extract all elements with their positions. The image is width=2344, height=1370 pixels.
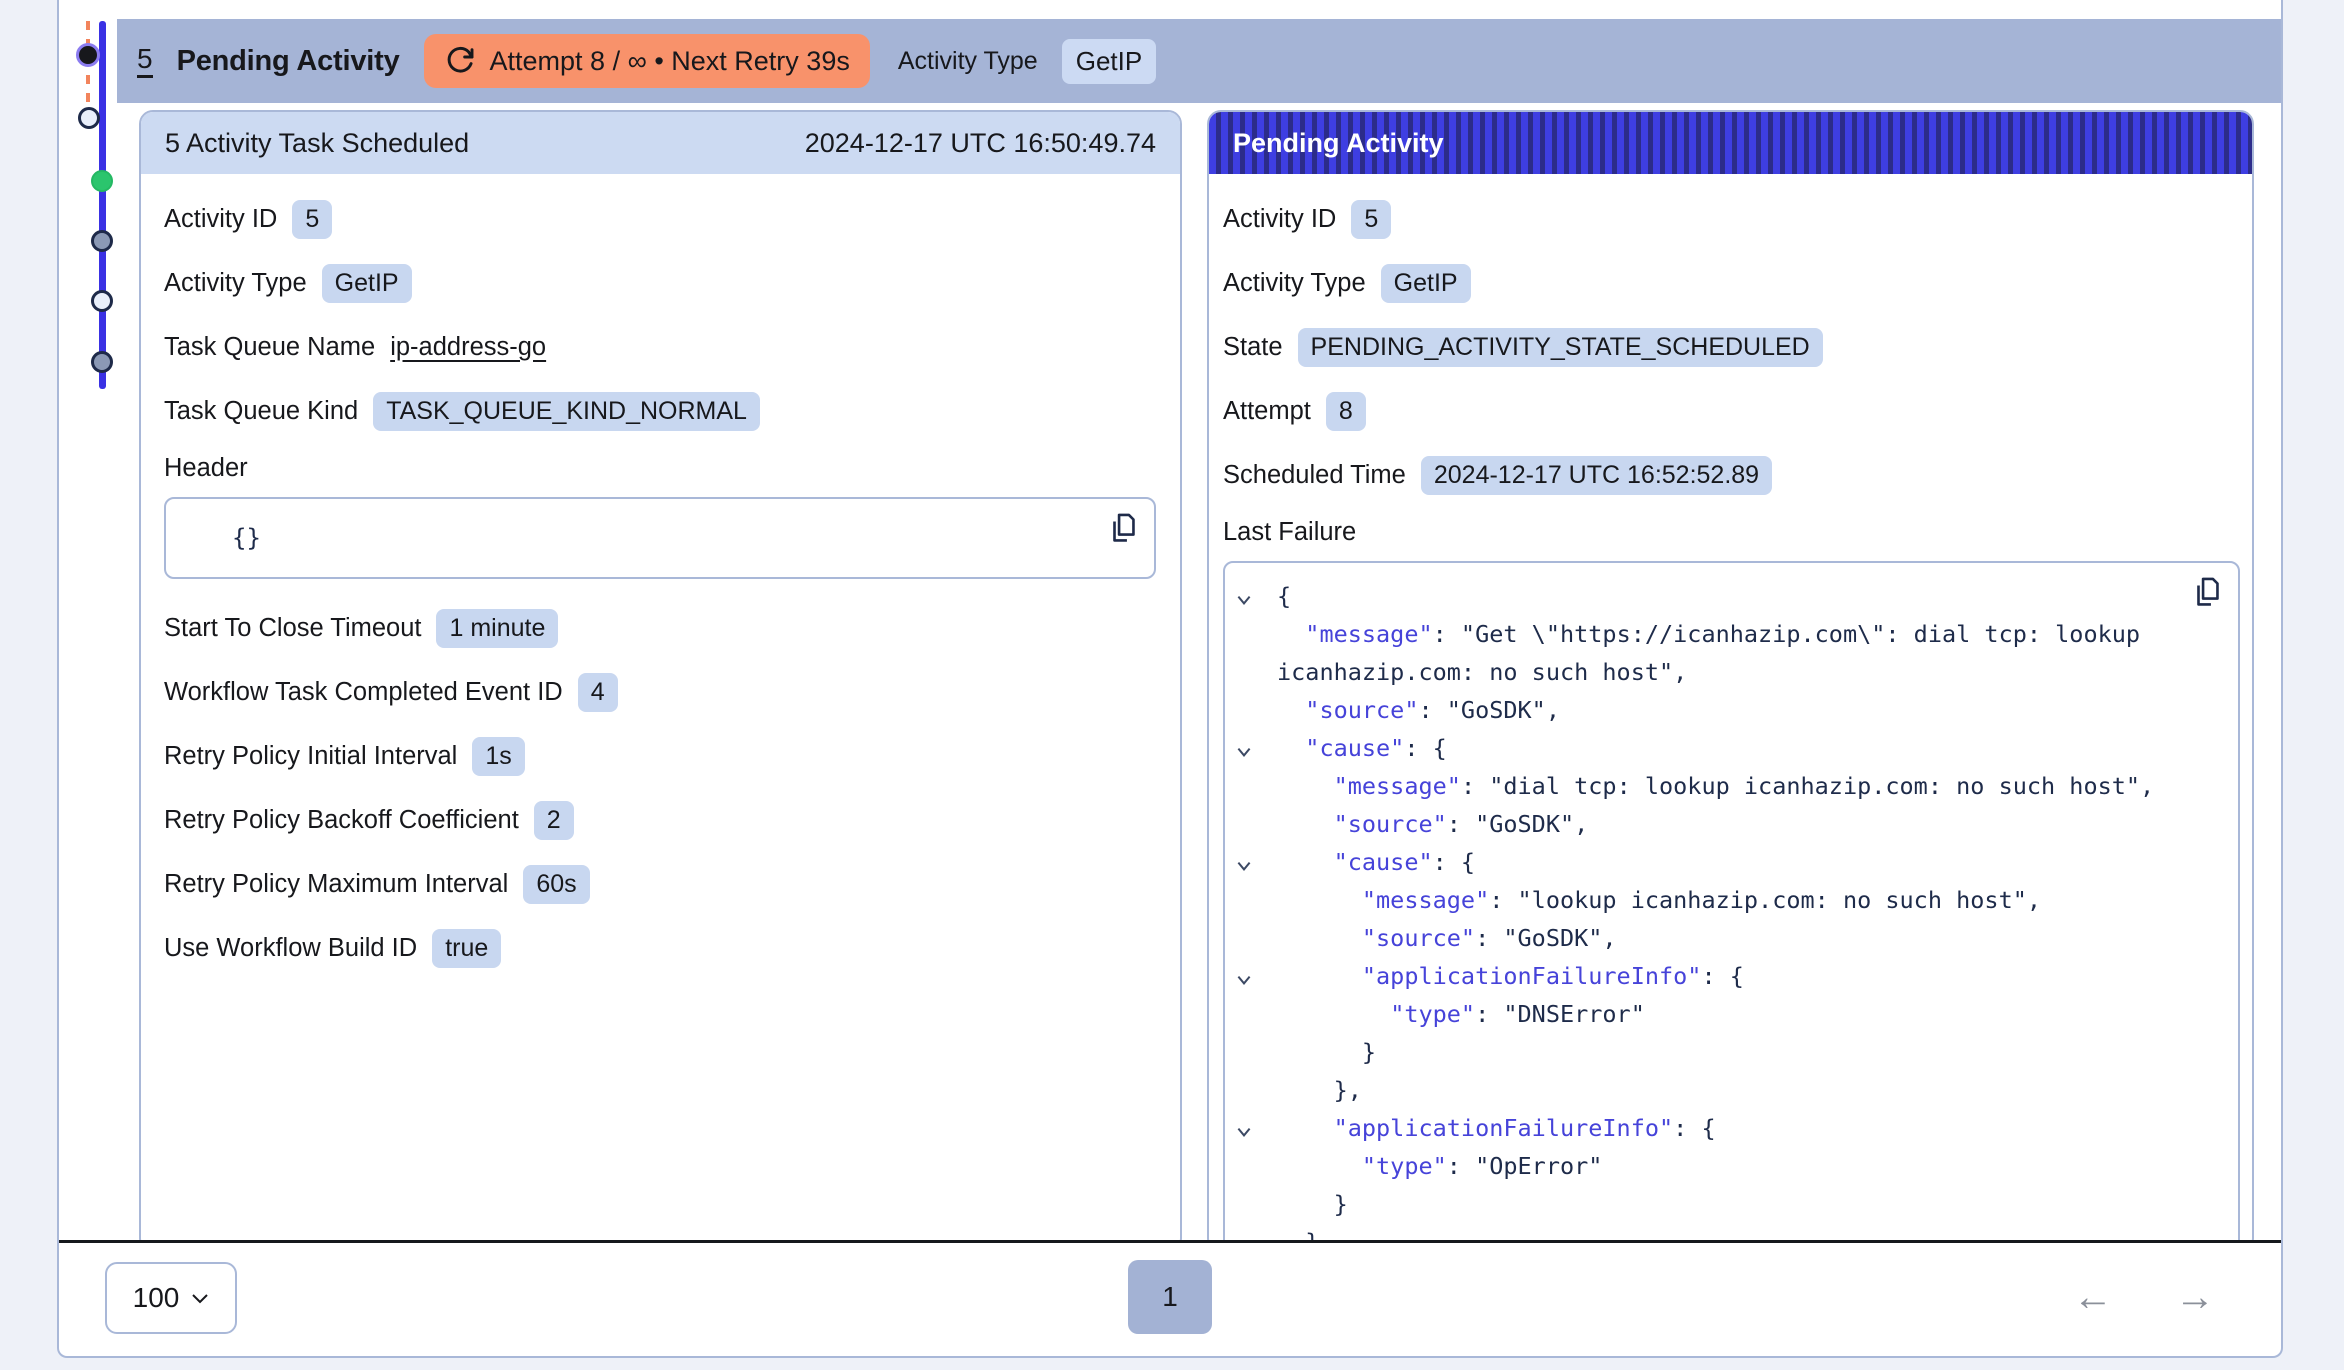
field-label: State <box>1223 333 1283 362</box>
field-value: 1 minute <box>436 609 558 648</box>
collapse-chevron-icon[interactable] <box>1235 740 1253 758</box>
pending-activity-card: Pending Activity Activity ID 5 Activity … <box>1207 110 2254 1240</box>
field-value: 5 <box>1351 200 1391 239</box>
header-payload-code: {} <box>166 524 261 552</box>
field-row: Activity ID 5 <box>164 198 1156 240</box>
field-label: Activity Type <box>1223 269 1366 298</box>
left-card-header: 5 Activity Task Scheduled 2024-12-17 UTC… <box>141 112 1180 174</box>
collapse-chevron-icon[interactable] <box>1235 968 1253 986</box>
field-row: Attempt 8 <box>1223 390 2240 432</box>
page-number-button[interactable]: 1 <box>1128 1260 1212 1334</box>
event-detail-content: 5 Pending Activity Attempt 8 / ∞ • Next … <box>59 0 2281 1240</box>
event-row-header[interactable]: 5 Pending Activity Attempt 8 / ∞ • Next … <box>117 19 2281 103</box>
field-label: Retry Policy Initial Interval <box>164 742 457 771</box>
copy-button[interactable] <box>1106 511 1140 547</box>
field-value: PENDING_ACTIVITY_STATE_SCHEDULED <box>1298 328 1823 367</box>
next-page-arrow-icon[interactable]: → <box>2175 1277 2215 1317</box>
field-label: Retry Policy Backoff Coefficient <box>164 806 519 835</box>
field-row: Workflow Task Completed Event ID 4 <box>164 671 1156 713</box>
header-section-label: Header <box>164 454 1156 483</box>
page-size-value: 100 <box>133 1282 180 1314</box>
header-payload-box: {} <box>164 497 1156 579</box>
last-failure-label: Last Failure <box>1223 518 2240 547</box>
timeline-event-dot-success <box>91 170 113 192</box>
field-row: Retry Policy Maximum Interval 60s <box>164 863 1156 905</box>
field-label: Start To Close Timeout <box>164 614 421 643</box>
field-row: Activity Type GetIP <box>164 262 1156 304</box>
collapse-chevron-icon[interactable] <box>1235 588 1253 606</box>
field-label: Attempt <box>1223 397 1311 426</box>
field-row: Activity ID 5 <box>1223 198 2240 240</box>
collapse-chevron-icon[interactable] <box>1235 854 1253 872</box>
field-label: Activity Type <box>164 269 307 298</box>
timeline-pending-dashed-line <box>86 21 90 121</box>
activity-type-chip: GetIP <box>1062 39 1156 84</box>
field-label: Scheduled Time <box>1223 461 1406 490</box>
collapse-chevron-icon[interactable] <box>1235 1120 1253 1138</box>
field-value: true <box>432 929 501 968</box>
field-value: ip-address-go <box>390 333 546 362</box>
field-row: Task Queue Kind TASK_QUEUE_KIND_NORMAL <box>164 390 1156 432</box>
json-code-lines: { "message": "Get \"https://icanhazip.co… <box>1225 579 2186 1240</box>
field-label: Task Queue Name <box>164 333 375 362</box>
field-value: GetIP <box>1381 264 1471 303</box>
field-row: Activity Type GetIP <box>1223 262 2240 304</box>
field-row: State PENDING_ACTIVITY_STATE_SCHEDULED <box>1223 326 2240 368</box>
field-value: GetIP <box>322 264 412 303</box>
field-label: Workflow Task Completed Event ID <box>164 678 563 707</box>
field-label: Use Workflow Build ID <box>164 934 417 963</box>
event-timestamp: 2024-12-17 UTC 16:50:49.74 <box>805 128 1156 159</box>
left-field-list-top: Activity ID 5 Activity Type GetIP Task Q… <box>164 198 1156 432</box>
field-label: Activity ID <box>164 205 277 234</box>
event-id-link[interactable]: 5 <box>137 44 153 79</box>
copy-icon <box>2191 575 2223 609</box>
field-row: Use Workflow Build ID true <box>164 927 1156 969</box>
field-label: Activity ID <box>1223 205 1336 234</box>
activity-type-label: Activity Type <box>898 47 1038 76</box>
timeline-event-dot-pending <box>76 43 100 67</box>
event-title: Pending Activity <box>177 45 400 78</box>
field-row: Task Queue Name ip-address-go <box>164 326 1156 368</box>
last-failure-json: { "message": "Get \"https://icanhazip.co… <box>1223 561 2240 1240</box>
pending-activity-card-header: Pending Activity <box>1209 112 2252 174</box>
timeline-event-dot-open <box>78 107 100 129</box>
timeline-event-dot-open <box>91 290 113 312</box>
field-row: Start To Close Timeout 1 minute <box>164 607 1156 649</box>
right-card-title: Pending Activity <box>1233 128 1444 159</box>
field-value: 2024-12-17 UTC 16:52:52.89 <box>1421 456 1772 495</box>
chevron-down-icon <box>191 1292 209 1304</box>
copy-button[interactable] <box>2190 575 2224 611</box>
retry-badge-label: Attempt 8 / ∞ • Next Retry 39s <box>490 46 850 77</box>
retry-icon <box>444 45 476 77</box>
field-value: 4 <box>578 673 618 712</box>
workflow-history-panel: 5 Pending Activity Attempt 8 / ∞ • Next … <box>57 0 2283 1358</box>
field-row: Retry Policy Backoff Coefficient 2 <box>164 799 1156 841</box>
timeline-event-dot-neutral <box>91 351 113 373</box>
left-field-list-bottom: Start To Close Timeout 1 minute Workflow… <box>164 607 1156 969</box>
retry-status-badge: Attempt 8 / ∞ • Next Retry 39s <box>424 34 870 88</box>
field-value: 60s <box>523 865 589 904</box>
page-size-select[interactable]: 100 <box>105 1262 237 1334</box>
field-value: 2 <box>534 801 574 840</box>
field-value: 5 <box>292 200 332 239</box>
field-value: 1s <box>472 737 524 776</box>
field-value: 8 <box>1326 392 1366 431</box>
copy-icon <box>1107 511 1139 545</box>
activity-task-scheduled-card: 5 Activity Task Scheduled 2024-12-17 UTC… <box>139 110 1182 1240</box>
left-card-title: 5 Activity Task Scheduled <box>165 128 469 159</box>
field-label: Task Queue Kind <box>164 397 358 426</box>
previous-page-arrow-icon[interactable]: ← <box>2073 1277 2113 1317</box>
timeline-line <box>99 21 106 389</box>
pagination-bar: 100 1 ← → <box>59 1240 2281 1354</box>
field-label: Retry Policy Maximum Interval <box>164 870 508 899</box>
right-field-list: Activity ID 5 Activity Type GetIP State … <box>1223 198 2240 496</box>
field-value: TASK_QUEUE_KIND_NORMAL <box>373 392 760 431</box>
timeline-gutter <box>59 0 117 1240</box>
timeline-event-dot-neutral <box>91 230 113 252</box>
field-row: Scheduled Time 2024-12-17 UTC 16:52:52.8… <box>1223 454 2240 496</box>
field-row: Retry Policy Initial Interval 1s <box>164 735 1156 777</box>
